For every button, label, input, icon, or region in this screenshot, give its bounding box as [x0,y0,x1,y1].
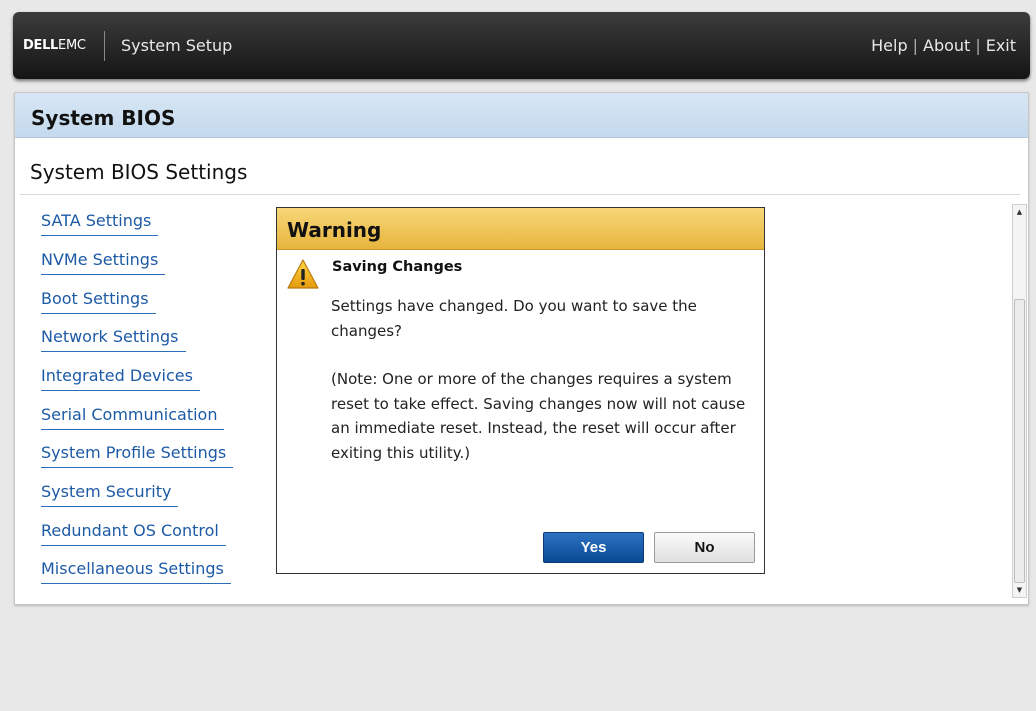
menu-item-miscellaneous-settings[interactable]: Miscellaneous Settings [41,559,231,584]
panel-title-bar: System BIOS [15,93,1028,138]
menu-item-integrated-devices[interactable]: Integrated Devices [41,366,200,391]
app-title: System Setup [121,36,233,55]
dialog-note: (Note: One or more of the changes requir… [331,370,746,462]
menu-item-sata-settings[interactable]: SATA Settings [41,211,159,236]
scroll-up-icon[interactable]: ▲ [1013,205,1026,219]
section-divider [20,194,1020,195]
section-title: System BIOS Settings [30,160,248,184]
about-link[interactable]: About [923,36,970,55]
menu-item-system-profile-settings[interactable]: System Profile Settings [41,443,234,468]
logo-emc: EMC [58,38,86,53]
top-header: DELLEMC System Setup Help | About | Exit [13,12,1030,79]
warning-dialog: Warning Saving Changes Settings have cha… [276,207,765,574]
dialog-message: Settings have changed. Do you want to sa… [331,297,697,340]
menu-item-network-settings[interactable]: Network Settings [41,327,186,352]
dialog-header: Warning [277,208,764,250]
scroll-down-icon[interactable]: ▼ [1013,583,1026,597]
link-separator: | [975,36,981,55]
menu-item-boot-settings[interactable]: Boot Settings [41,289,156,314]
vertical-scrollbar[interactable]: ▲ ▼ [1012,204,1027,598]
dell-emc-logo: DELLEMC [23,38,86,53]
link-separator: | [912,36,918,55]
page-title: System BIOS [31,106,176,130]
warning-icon [287,259,319,289]
yes-button[interactable]: Yes [543,532,644,563]
dialog-title: Warning [287,218,382,242]
scroll-thumb[interactable] [1014,299,1025,583]
dialog-subtitle: Saving Changes [332,259,463,275]
no-button[interactable]: No [654,532,755,563]
menu-item-nvme-settings[interactable]: NVMe Settings [41,250,166,275]
header-divider [104,31,105,61]
exit-link[interactable]: Exit [986,36,1016,55]
menu-item-redundant-os-control[interactable]: Redundant OS Control [41,521,226,546]
logo-dell: DELL [23,38,59,53]
header-links: Help | About | Exit [871,36,1016,55]
help-link[interactable]: Help [871,36,907,55]
menu-item-serial-communication[interactable]: Serial Communication [41,405,225,430]
menu-item-system-security[interactable]: System Security [41,482,179,507]
